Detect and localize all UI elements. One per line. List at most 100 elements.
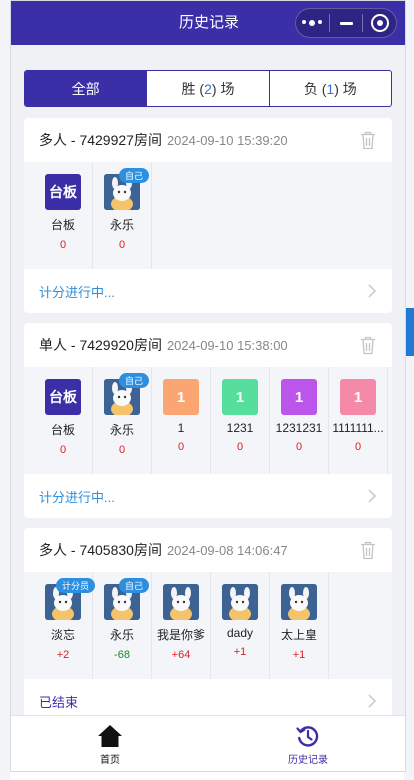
player-item: 1 1111111... 0	[329, 367, 388, 474]
player-name: 1	[177, 421, 185, 435]
record-time: 2024-09-10 15:38:00	[166, 337, 288, 353]
player-item: 台板 台板 0	[34, 162, 93, 269]
player-name: 台板	[50, 218, 75, 232]
record-card[interactable]: 多人 - 7405830房间 2024-09-08 14:06:47 计分员 淡…	[24, 528, 392, 723]
player-name: 1231231	[275, 421, 323, 435]
player-item: 1 1231 0	[211, 367, 270, 474]
tab-wins-prefix: 胜 (	[181, 80, 205, 97]
filter-tabs: 全部 胜 (2) 场 负 (1) 场	[24, 70, 392, 107]
record-footer[interactable]: 计分进行中...	[24, 474, 392, 518]
record-time: 2024-09-10 15:39:20	[166, 132, 288, 148]
self-badge: 自己	[119, 578, 150, 593]
player-name: 1231	[226, 421, 254, 435]
tab-wins-count: 2	[204, 80, 212, 97]
player-item: 台板 台板 0	[34, 367, 93, 474]
player-name: 1111111...	[332, 421, 384, 435]
home-icon	[98, 725, 122, 747]
scorekeeper-badge: 计分员	[56, 578, 96, 593]
tabbar-home[interactable]: 首页	[11, 716, 209, 771]
trash-icon[interactable]	[360, 336, 376, 355]
self-badge: 自己	[119, 373, 150, 388]
minimize-button[interactable]	[330, 9, 363, 37]
self-badge: 自己	[119, 168, 150, 183]
close-miniprogram-button[interactable]	[363, 9, 396, 37]
tab-all[interactable]: 全部	[25, 71, 147, 106]
tab-all-label: 全部	[71, 80, 100, 97]
player-name: 淡忘	[50, 628, 75, 642]
navigation-bar: 历史记录	[11, 1, 405, 45]
tab-wins[interactable]: 胜 (2) 场	[146, 71, 268, 106]
player-avatar: 1	[281, 379, 317, 415]
trash-icon[interactable]	[360, 131, 376, 150]
player-avatar: 1	[340, 379, 376, 415]
chevron-right-icon	[368, 489, 377, 503]
tab-losses[interactable]: 负 (1) 场	[268, 71, 391, 106]
player-score: 0	[59, 239, 67, 251]
chevron-right-icon	[368, 284, 377, 298]
player-list: 台板 台板 0 自己 永乐 0 1 1 0 1 1231 0 1 1231231…	[24, 367, 392, 474]
chevron-right-icon	[368, 694, 377, 708]
record-status: 已结束	[39, 694, 79, 710]
player-name: 我是你爹	[156, 628, 205, 642]
minimize-icon	[339, 21, 353, 25]
player-score: +64	[171, 649, 191, 661]
player-list: 计分员 淡忘 +2 自己 永乐 -68 我是你爹 +64 dady +1 太上皇…	[24, 572, 392, 679]
player-score: +2	[56, 649, 70, 661]
player-item: 1 1 0	[152, 367, 211, 474]
player-name: 永乐	[109, 423, 134, 437]
player-list: 台板 台板 0 自己 永乐 0	[24, 162, 392, 269]
player-avatar: 台板	[45, 379, 81, 415]
player-score: 0	[236, 441, 244, 453]
background-page-left	[0, 0, 10, 780]
record-header: 单人 - 7429920房间 2024-09-10 15:38:00	[24, 323, 392, 367]
record-header: 多人 - 7405830房间 2024-09-08 14:06:47	[24, 528, 392, 572]
record-header: 多人 - 7429927房间 2024-09-10 15:39:20	[24, 118, 392, 162]
player-name: 永乐	[109, 218, 134, 232]
player-score: 0	[118, 239, 126, 251]
cat-avatar-icon	[222, 584, 258, 620]
player-score: +1	[292, 649, 306, 661]
player-score: 0	[59, 444, 67, 456]
history-icon	[296, 726, 319, 747]
player-name: 台板	[50, 423, 75, 437]
player-avatar: 台板	[45, 174, 81, 210]
player-name: 太上皇	[280, 628, 317, 642]
player-item: 自己 永乐 0	[93, 367, 152, 474]
tabbar-home-label: 首页	[100, 755, 120, 766]
trash-icon[interactable]	[360, 541, 376, 560]
player-item: 自己 永乐 0	[93, 162, 152, 269]
tab-losses-count: 1	[326, 80, 335, 97]
player-avatar: 1	[163, 379, 199, 415]
player-score: +1	[233, 646, 247, 658]
record-time: 2024-09-08 14:06:47	[166, 542, 288, 558]
record-card[interactable]: 多人 - 7429927房间 2024-09-10 15:39:20 台板 台板…	[24, 118, 392, 313]
record-status: 计分进行中...	[39, 489, 115, 505]
player-avatar: 1	[222, 379, 258, 415]
tabbar-history-label: 历史记录	[288, 755, 328, 766]
player-score: 0	[354, 441, 362, 453]
room-title: 多人 - 7429927房间	[39, 132, 162, 148]
room-title: 单人 - 7429920房间	[39, 337, 162, 353]
player-item: 自己 永乐 -68	[93, 572, 152, 679]
player-item: 太上皇 +1	[270, 572, 329, 679]
record-card[interactable]: 单人 - 7429920房间 2024-09-10 15:38:00 台板 台板…	[24, 323, 392, 518]
tabbar-history[interactable]: 历史记录	[209, 716, 405, 771]
player-score: 0	[118, 444, 126, 456]
phone-screen: 历史记录 全部 胜 (2) 场 负 (1) 场 多人 - 7429927房间 2…	[10, 0, 406, 772]
room-title: 多人 - 7405830房间	[39, 542, 162, 558]
record-status: 计分进行中...	[39, 284, 115, 300]
cat-avatar-icon	[163, 584, 199, 620]
record-footer[interactable]: 计分进行中...	[24, 269, 392, 313]
close-target-icon	[370, 14, 389, 32]
bottom-tab-bar: 首页 历史记录	[11, 715, 405, 771]
tab-losses-suffix: ) 场	[334, 80, 357, 97]
player-item: 1 1231231 0	[270, 367, 329, 474]
tab-wins-suffix: ) 场	[211, 80, 235, 97]
player-name: dady	[226, 626, 254, 640]
player-score: 0	[295, 441, 303, 453]
player-name: 永乐	[109, 628, 134, 642]
tab-losses-prefix: 负 (	[303, 80, 327, 97]
player-score: 0	[177, 441, 185, 453]
more-button[interactable]	[296, 9, 329, 37]
more-dots-icon	[302, 20, 323, 26]
